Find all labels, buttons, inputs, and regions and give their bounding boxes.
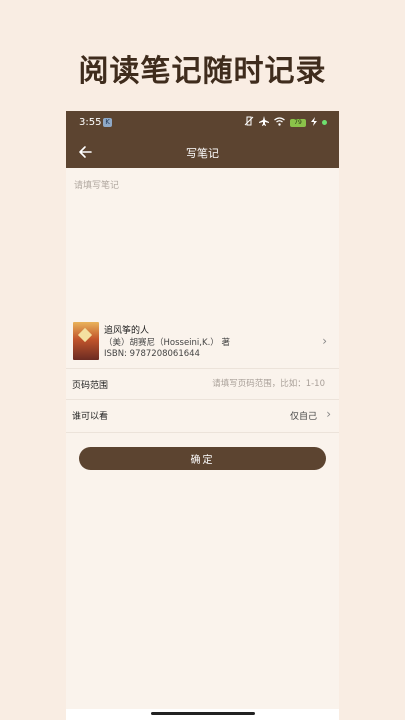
page-range-label: 页码范围 — [72, 381, 109, 391]
promo-title: 阅读笔记随时记录 — [78, 54, 327, 89]
book-isbn: ISBN: 9787208061644 — [104, 349, 200, 359]
chevron-right-icon: › — [322, 334, 327, 348]
wifi-icon — [274, 116, 285, 129]
visibility-value: 仅自己 — [289, 412, 317, 422]
page-title: 写笔记 — [186, 147, 219, 160]
note-input[interactable] — [72, 176, 337, 314]
vibrate-off-icon — [244, 116, 254, 129]
chevron-right-icon: › — [326, 407, 331, 421]
status-bar: 3:55 K 79 — [66, 111, 339, 136]
charging-icon — [311, 116, 317, 129]
battery-icon: 79 — [290, 118, 306, 127]
airplane-mode-icon — [259, 116, 269, 129]
visibility-row[interactable]: 谁可以看 仅自己 › — [66, 400, 339, 430]
page-range-row: 页码范围 — [66, 369, 339, 399]
page-range-input[interactable] — [173, 375, 327, 393]
book-selector[interactable]: 追风筝的人 （美）胡赛尼（Hosseini,K.） 著 ISBN: 978720… — [66, 316, 339, 368]
book-author: （美）胡赛尼（Hosseini,K.） 著 — [104, 338, 230, 348]
privacy-dot-icon — [322, 120, 327, 125]
phone-screen: 3:55 K 79 写笔记 追风筝的人 （ — [66, 111, 339, 709]
book-title: 追风筝的人 — [104, 326, 150, 336]
home-indicator[interactable] — [151, 712, 255, 715]
confirm-button[interactable]: 确定 — [79, 447, 326, 470]
nav-bar: 写笔记 — [66, 136, 339, 168]
note-area — [66, 168, 339, 316]
visibility-label: 谁可以看 — [72, 412, 109, 422]
divider — [66, 432, 339, 433]
book-cover-image — [73, 322, 99, 360]
status-time: 3:55 — [79, 117, 102, 128]
app-notification-icon: K — [103, 118, 112, 127]
status-icons: 79 — [244, 116, 327, 129]
